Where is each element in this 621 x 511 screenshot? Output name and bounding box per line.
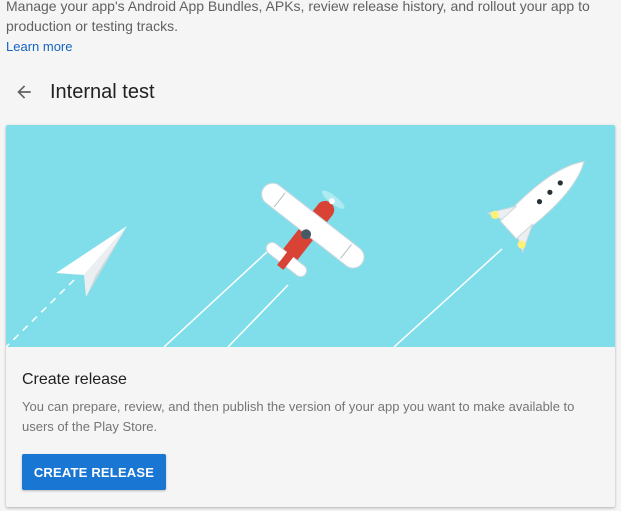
- airplane-trails: [163, 250, 289, 348]
- arrow-left-icon: [17, 85, 31, 99]
- airplane-icon: [261, 182, 365, 278]
- back-button[interactable]: [8, 76, 40, 108]
- card-description: You can prepare, review, and then publis…: [22, 399, 575, 434]
- page-description-text: Manage your app's Android App Bundles, A…: [6, 0, 590, 34]
- rocket-icon: [486, 160, 585, 254]
- page-header: Internal test: [0, 72, 621, 112]
- paper-plane-trail: [6, 279, 75, 348]
- paper-plane-icon: [56, 226, 127, 297]
- page-description: Manage your app's Android App Bundles, A…: [6, 0, 618, 36]
- card-title: Create release: [22, 371, 127, 388]
- create-release-button[interactable]: CREATE RELEASE: [22, 454, 166, 490]
- create-release-card: Create release You can prepare, review, …: [6, 125, 615, 507]
- page-title: Internal test: [50, 81, 155, 103]
- rocket-trail: [393, 248, 503, 348]
- release-illustration: [6, 125, 615, 348]
- learn-more-link[interactable]: Learn more: [6, 38, 72, 56]
